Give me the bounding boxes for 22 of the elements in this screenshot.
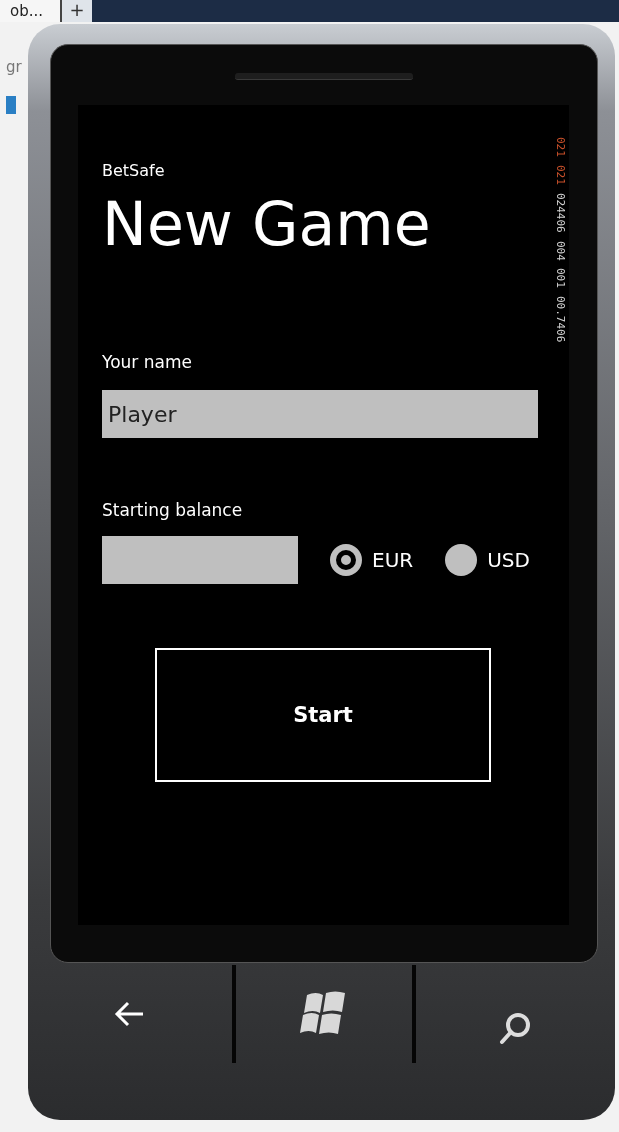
frame-counter: 024406 [554,192,567,233]
radio-label: EUR [372,548,414,572]
start-button[interactable]: Start [155,648,491,782]
new-tab-button[interactable]: + [62,0,92,22]
frame-counter: 004 [554,240,567,261]
frame-counter: 021 [554,137,567,157]
radio-label: USD [487,548,530,572]
radio-button[interactable] [330,544,362,576]
search-icon[interactable] [498,1011,533,1047]
browser-tab[interactable]: ob... [0,0,62,22]
balance-label: Starting balance [102,500,244,520]
name-field[interactable]: Player [102,390,538,438]
app-icon [6,96,16,114]
frame-counter: 00.7406 [554,296,567,343]
app-name: BetSafe [102,161,166,180]
page-text-fragment: gr [6,58,23,76]
name-label: Your name [102,352,193,372]
frame-counter: 001 [554,268,567,289]
radio-button[interactable] [445,544,478,576]
balance-field[interactable] [102,536,298,584]
frame-counter: 021 [554,164,567,185]
page-title: New Game [102,188,432,260]
